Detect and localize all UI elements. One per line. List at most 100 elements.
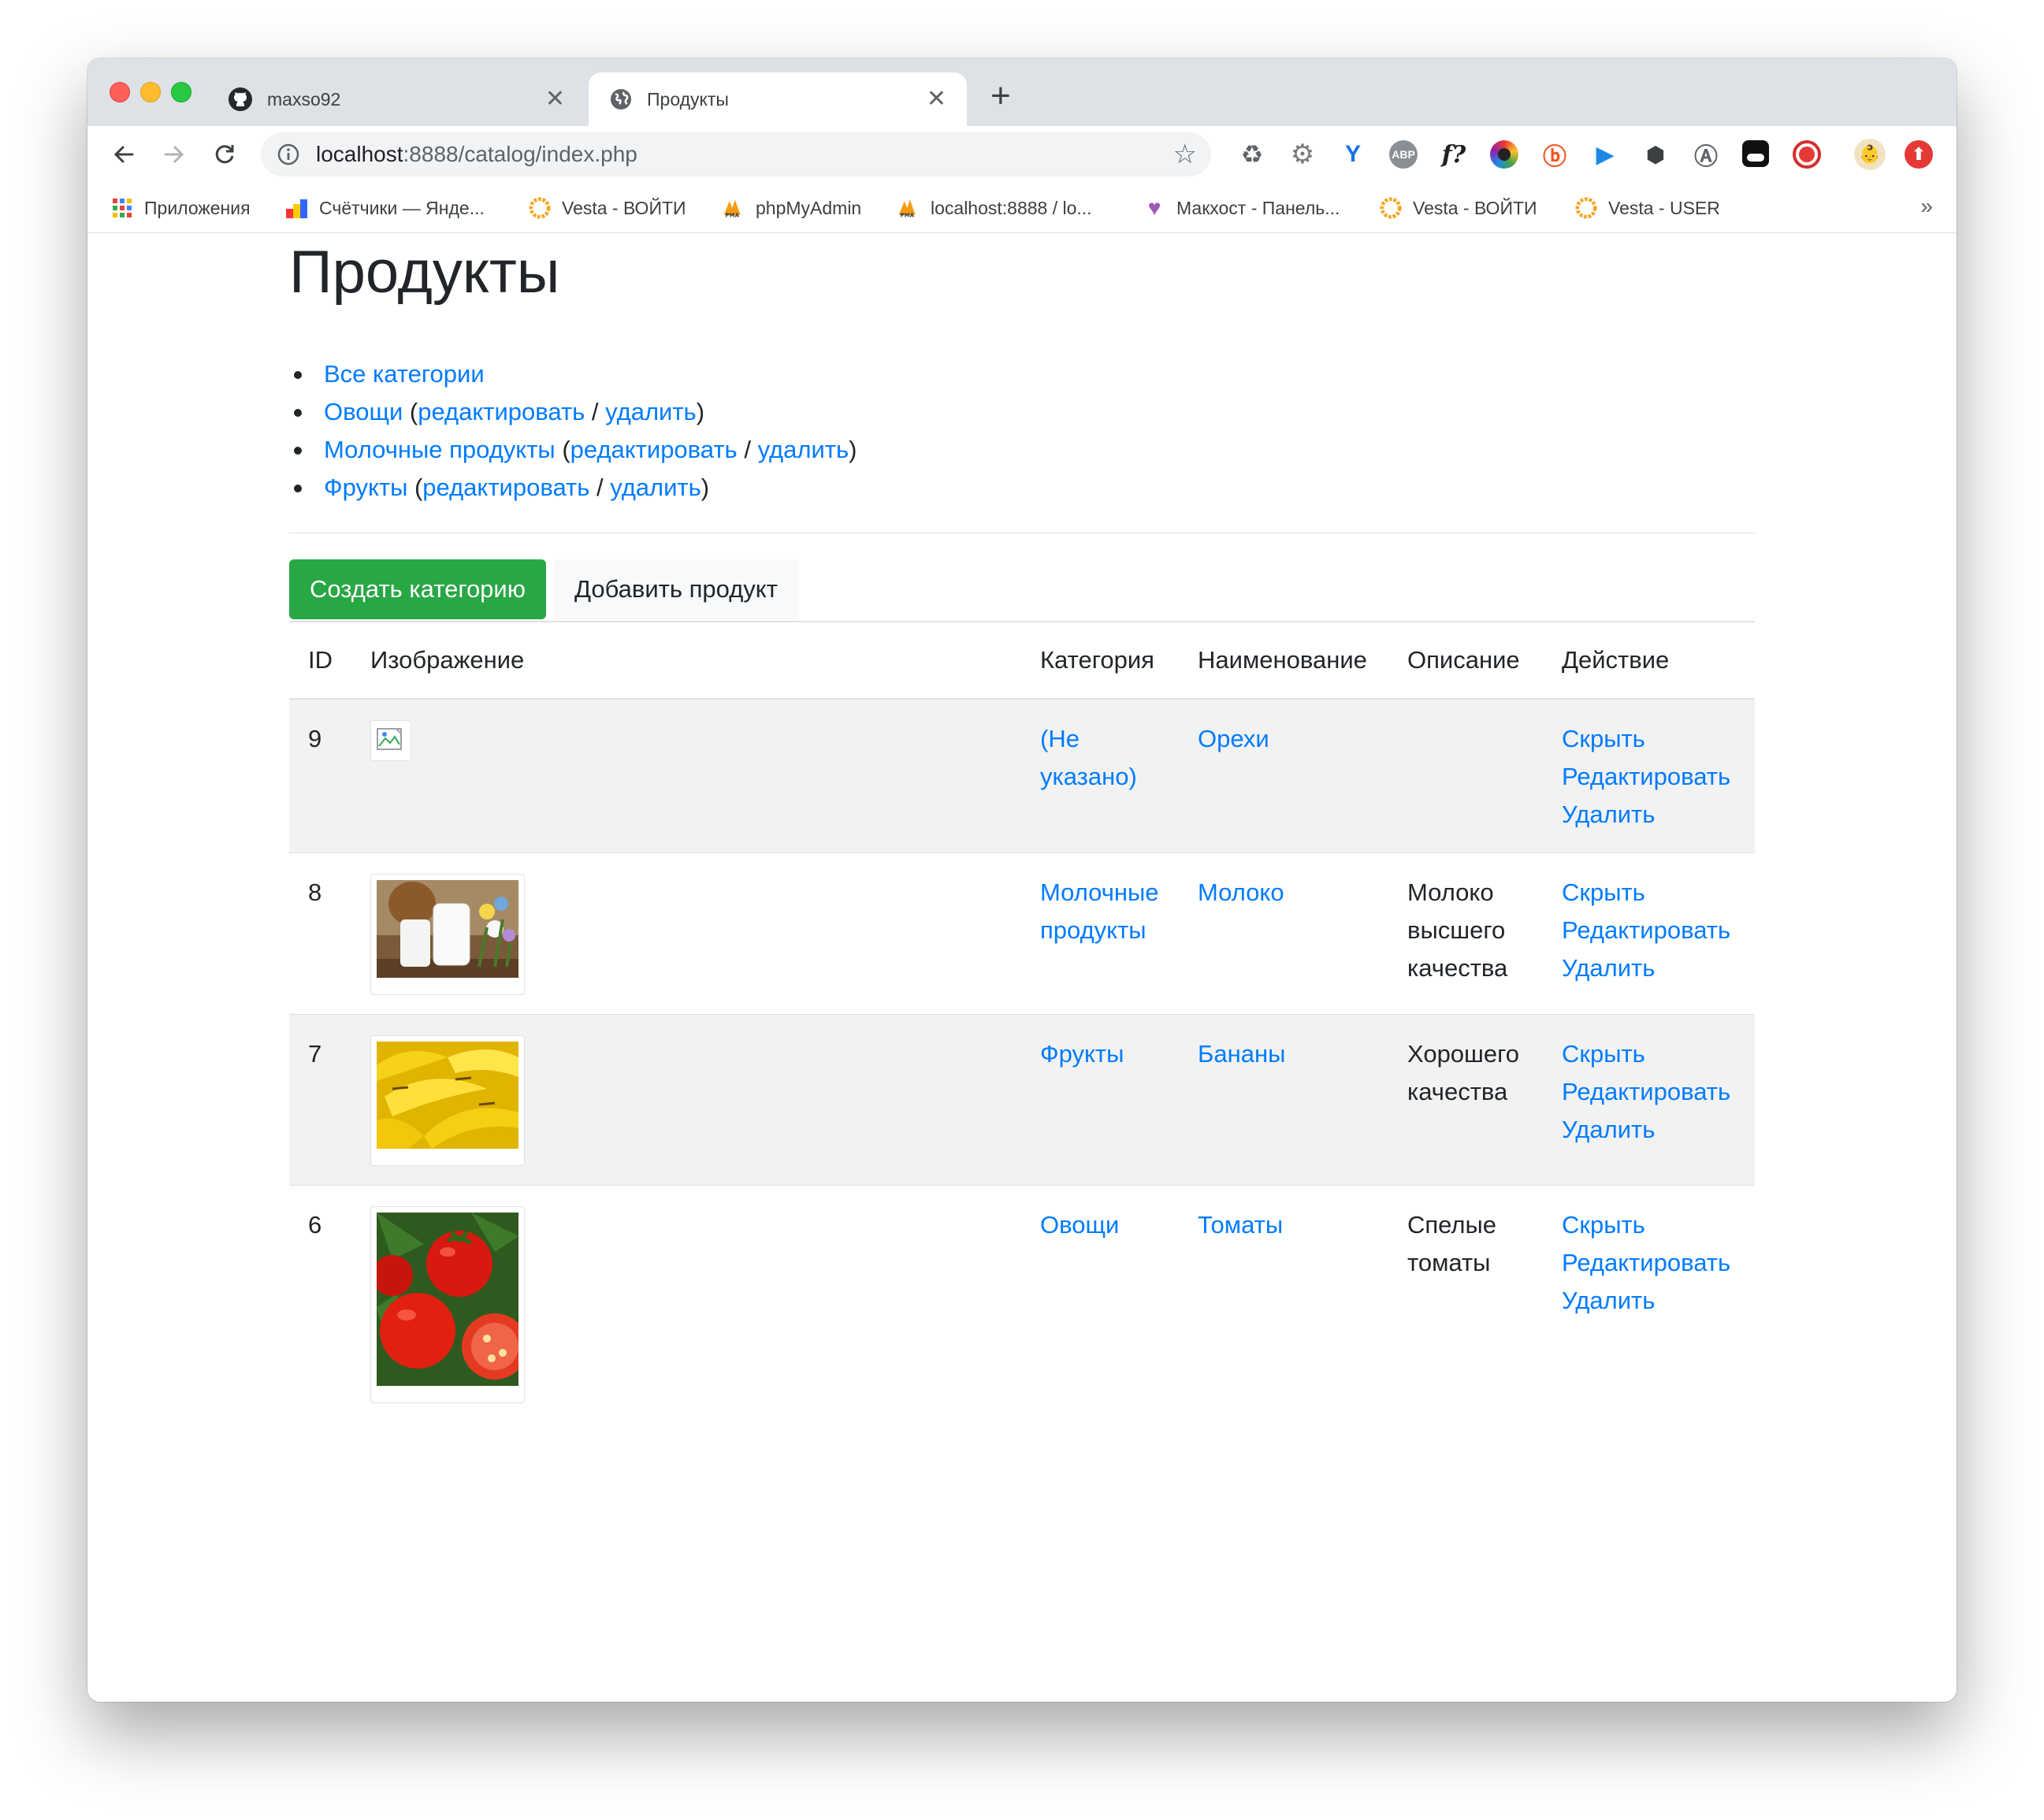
bookmark-vesta-login-2[interactable]: Vesta - ВОЙТИ: [1380, 183, 1537, 233]
edit-category-link[interactable]: редактировать: [570, 436, 738, 463]
new-tab-button[interactable]: +: [990, 79, 1011, 113]
dark-extension-icon[interactable]: [1742, 140, 1769, 167]
cell-description: [1388, 699, 1543, 853]
product-name-link[interactable]: Орехи: [1198, 725, 1269, 752]
hide-link[interactable]: Скрыть: [1562, 1035, 1736, 1073]
arrow-left-icon: [113, 146, 134, 163]
list-item: Все категории: [289, 355, 857, 393]
more-bookmarks-icon[interactable]: »: [1920, 194, 1933, 219]
play-extension-icon[interactable]: ▶: [1591, 140, 1619, 169]
close-window-button[interactable]: [110, 82, 130, 102]
product-name-link[interactable]: Молоко: [1198, 878, 1284, 906]
delete-link[interactable]: Удалить: [1562, 796, 1736, 834]
table-row: 9 (Не указано) Орехи Скрыть Редактироват…: [289, 699, 1755, 853]
gear-extension-icon[interactable]: ⚙: [1288, 139, 1317, 169]
github-icon: [229, 87, 252, 111]
product-name-link[interactable]: Томаты: [1198, 1211, 1283, 1239]
hide-link[interactable]: Скрыть: [1562, 720, 1736, 758]
bookmark-label: Счётчики — Янде...: [319, 197, 485, 218]
edit-link[interactable]: Редактировать: [1562, 1244, 1736, 1282]
bananas-photo: [370, 1035, 525, 1166]
bookmark-vesta-user[interactable]: Vesta - USER: [1575, 183, 1720, 233]
cell-description: Хорошего качества: [1388, 1014, 1543, 1186]
bookmark-label: phpMyAdmin: [756, 197, 862, 218]
delete-link[interactable]: Удалить: [1562, 949, 1736, 987]
delete-category-link[interactable]: удалить: [605, 398, 697, 425]
b-extension-icon[interactable]: ⓑ: [1540, 140, 1569, 170]
profile-avatar[interactable]: 👶: [1854, 139, 1886, 170]
recycle-extension-icon[interactable]: ♻: [1238, 140, 1266, 169]
globe-icon: [611, 89, 631, 110]
hide-link[interactable]: Скрыть: [1562, 1206, 1736, 1244]
back-button[interactable]: [105, 136, 143, 173]
address-bar[interactable]: localhost:8888/catalog/index.php ☆: [261, 132, 1211, 176]
tab-products[interactable]: Продукты ✕: [589, 72, 967, 126]
metrika-icon: [286, 197, 308, 219]
bookmark-metrika[interactable]: Счётчики — Янде...: [286, 183, 485, 233]
adblock-extension-icon[interactable]: ABP: [1389, 140, 1418, 169]
category-list: Все категории Овощи (редактировать / уда…: [289, 355, 857, 507]
cube-extension-icon[interactable]: ⬢: [1641, 140, 1670, 169]
all-categories-link[interactable]: Все категории: [324, 360, 485, 388]
category-link[interactable]: Овощи: [324, 398, 403, 425]
cell-image: [351, 1014, 1021, 1186]
color-picker-extension-icon[interactable]: [1490, 140, 1518, 169]
vesta-icon: [529, 197, 551, 219]
bookmark-label: Vesta - ВОЙТИ: [1413, 197, 1537, 218]
edit-category-link[interactable]: редактировать: [422, 474, 589, 501]
bookmark-vesta-login[interactable]: Vesta - ВОЙТИ: [529, 183, 686, 233]
y-extension-icon[interactable]: Y: [1339, 140, 1367, 169]
minimize-window-button[interactable]: [140, 82, 161, 102]
browser-window: maxso92 ✕ Продукты ✕ + localhost:8888/ca…: [87, 58, 1957, 1702]
cell-category: (Не указано): [1021, 699, 1179, 853]
bookmarks-bar: Приложения Счётчики — Янде... Vesta - ВО…: [87, 183, 1957, 233]
add-product-button[interactable]: Добавить продукт: [554, 559, 798, 619]
bookmark-apps[interactable]: Приложения: [111, 183, 251, 233]
close-tab-icon[interactable]: ✕: [927, 87, 946, 111]
cell-category: Молочные продукты: [1021, 852, 1179, 1015]
record-extension-icon[interactable]: [1793, 140, 1821, 169]
a-extension-icon[interactable]: Ⓐ: [1692, 140, 1720, 170]
hide-link[interactable]: Скрыть: [1562, 874, 1736, 912]
edit-link[interactable]: Редактировать: [1562, 912, 1736, 949]
product-category-link[interactable]: Фрукты: [1040, 1040, 1124, 1068]
edit-link[interactable]: Редактировать: [1562, 1073, 1736, 1111]
svg-text:PMA: PMA: [901, 212, 915, 218]
product-name-link[interactable]: Бананы: [1198, 1040, 1285, 1068]
product-category-link[interactable]: Молочные продукты: [1040, 878, 1159, 944]
update-icon[interactable]: ⬆: [1905, 140, 1933, 169]
category-link[interactable]: Молочные продукты: [324, 436, 556, 463]
bookmark-localhost-pma[interactable]: PMA localhost:8888 / lo...: [898, 183, 1092, 233]
bookmark-phpmyadmin[interactable]: PMA phpMyAdmin: [723, 183, 861, 233]
tab-github[interactable]: maxso92 ✕: [207, 72, 585, 126]
delete-category-link[interactable]: удалить: [610, 474, 701, 501]
category-link[interactable]: Фрукты: [324, 474, 407, 501]
cell-image: [351, 699, 1021, 853]
list-item: Фрукты (редактировать / удалить): [289, 469, 857, 507]
delete-category-link[interactable]: удалить: [758, 436, 849, 463]
bookmark-label: Макхост - Панель...: [1176, 197, 1340, 218]
bookmark-label: Приложения: [144, 197, 251, 218]
column-header-id: ID: [289, 621, 351, 700]
edit-category-link[interactable]: редактировать: [418, 398, 585, 425]
bookmark-star-icon[interactable]: ☆: [1173, 139, 1197, 170]
table-row: 6 Овощи Томаты Спелые томаты Скрыть Реда…: [289, 1185, 1755, 1422]
close-tab-icon[interactable]: ✕: [545, 87, 565, 111]
zoom-window-button[interactable]: [171, 82, 191, 102]
product-category-link[interactable]: Овощи: [1040, 1211, 1119, 1239]
forward-button[interactable]: [155, 136, 193, 173]
vesta-icon: [1380, 197, 1402, 219]
info-icon[interactable]: [277, 143, 300, 166]
vesta-icon: [1575, 197, 1597, 219]
bookmark-makhost[interactable]: ♥ Макхост - Панель...: [1143, 183, 1340, 233]
reload-button[interactable]: [206, 136, 243, 173]
delete-link[interactable]: Удалить: [1562, 1282, 1736, 1320]
font-extension-icon[interactable]: f?: [1440, 140, 1468, 169]
create-category-button[interactable]: Создать категорию: [289, 559, 546, 619]
product-category-link[interactable]: (Не указано): [1040, 725, 1137, 790]
edit-link[interactable]: Редактировать: [1562, 758, 1736, 796]
delete-link[interactable]: Удалить: [1562, 1111, 1736, 1149]
heart-icon: ♥: [1147, 195, 1161, 220]
url-host: localhost: [316, 142, 403, 166]
column-header-image: Изображение: [351, 621, 1021, 700]
